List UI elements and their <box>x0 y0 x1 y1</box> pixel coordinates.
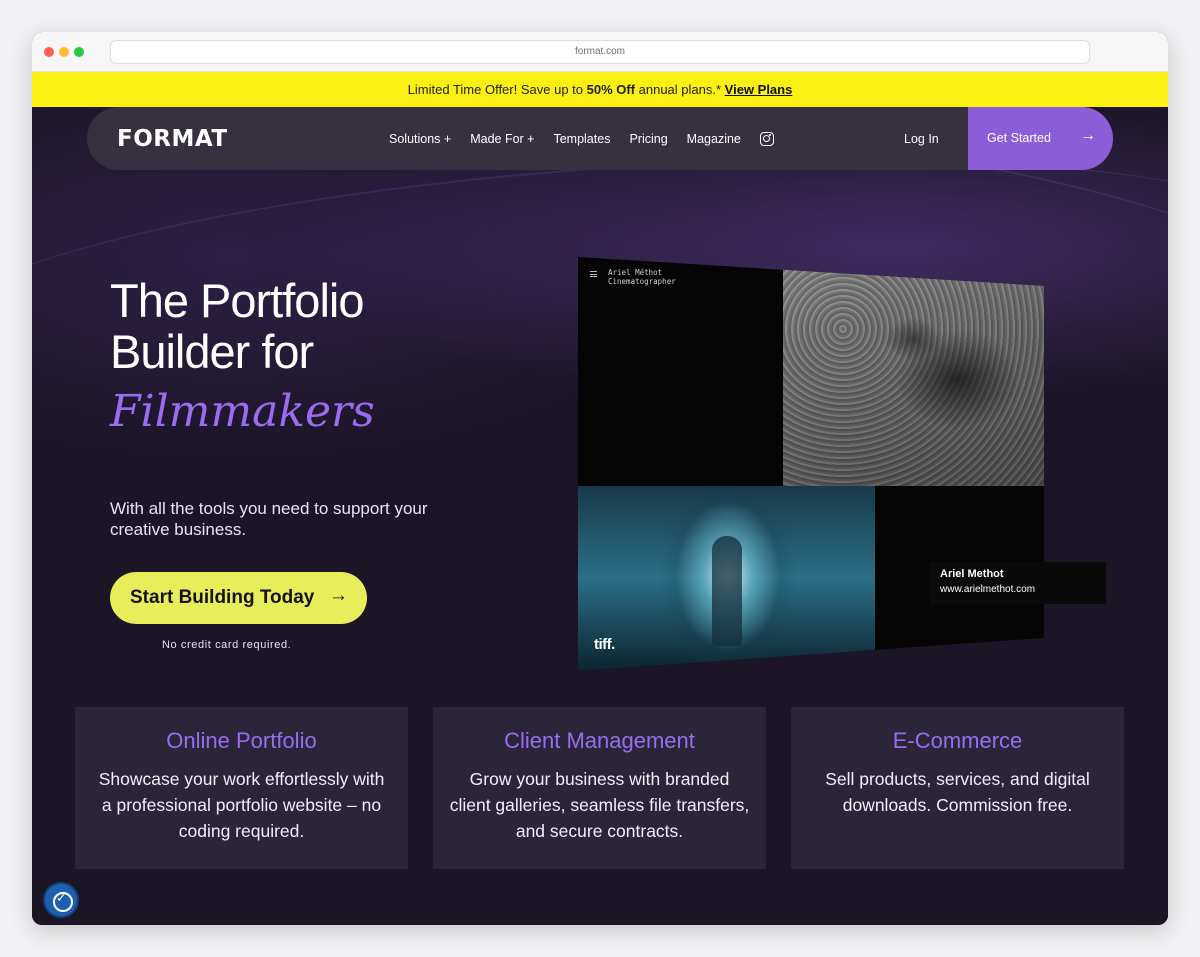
nav-made-for[interactable]: Made For + <box>470 132 534 146</box>
nav-menu: Solutions + Made For + Templates Pricing… <box>389 107 774 170</box>
browser-window: format.com Limited Time Offer! Save up t… <box>32 32 1168 925</box>
feature-title: Client Management <box>504 728 695 753</box>
nav-solutions[interactable]: Solutions + <box>389 132 451 146</box>
portfolio-mockup: Ariel Méthot Cinematographer tiff. <box>578 257 1044 671</box>
mockup-owner: Ariel Méthot Cinematographer <box>608 268 676 286</box>
hero-title: The Portfolio Builder for <box>110 274 364 378</box>
feature-body: Grow your business with branded client g… <box>449 769 750 841</box>
feature-body: Sell products, services, and digital dow… <box>825 769 1090 815</box>
start-building-button[interactable]: Start Building Today → <box>110 572 367 624</box>
promo-text: Limited Time Offer! Save up to <box>407 82 587 97</box>
hamburger-menu-icon <box>590 271 597 277</box>
instagram-icon[interactable] <box>759 131 774 146</box>
hero-title-line1: The Portfolio <box>110 274 364 327</box>
feature-card-client-management: Client Management Grow your business wit… <box>433 707 766 869</box>
features-row: Online Portfolio Showcase your work effo… <box>75 707 1125 869</box>
arrow-right-icon: → <box>329 585 348 606</box>
address-bar[interactable]: format.com <box>110 40 1090 64</box>
mockup-photo-girl-with-dog <box>783 269 1044 486</box>
maximize-window-button[interactable] <box>74 47 84 57</box>
hero-section: FORMAT Solutions + Made For + Templates … <box>32 107 1168 925</box>
promo-banner: Limited Time Offer! Save up to 50% Off a… <box>32 72 1168 107</box>
view-plans-link[interactable]: View Plans <box>725 82 793 97</box>
feature-card-e-commerce: E-Commerce Sell products, services, and … <box>791 707 1124 869</box>
promo-highlight: 50% Off <box>586 82 636 97</box>
feature-card-online-portfolio: Online Portfolio Showcase your work effo… <box>75 707 408 869</box>
feature-title: Online Portfolio <box>166 728 317 753</box>
feature-body: Showcase your work effortlessly with a p… <box>98 769 385 841</box>
mockup-card-name: Ariel Methot <box>940 568 1004 580</box>
mockup-owner-name: Ariel Méthot <box>608 268 663 277</box>
nav-templates[interactable]: Templates <box>553 132 610 146</box>
get-started-label: Get Started <box>987 131 1051 145</box>
feature-title: E-Commerce <box>892 728 1023 753</box>
hero-subtitle: With all the tools you need to support y… <box>110 499 428 539</box>
format-logo[interactable]: FORMAT <box>117 126 228 152</box>
mockup-contact-card: Ariel Methot www.arielmethot.com <box>930 562 1106 604</box>
login-link[interactable]: Log In <box>904 132 939 146</box>
silhouette-figure <box>712 536 742 646</box>
promo-suffix: annual plans.* <box>635 82 725 97</box>
close-window-button[interactable] <box>44 47 54 57</box>
hero-title-accent: Filmmakers <box>110 386 375 437</box>
accessibility-icon[interactable] <box>43 882 79 918</box>
tiff-logo: tiff. <box>594 636 615 653</box>
minimize-window-button[interactable] <box>59 47 69 57</box>
get-started-button[interactable]: Get Started → <box>968 107 1113 170</box>
mockup-owner-role: Cinematographer <box>608 277 676 286</box>
mockup-photo-silhouette: tiff. <box>578 486 875 671</box>
main-navbar: FORMAT Solutions + Made For + Templates … <box>87 107 1113 170</box>
hero-title-line2: Builder for <box>110 325 314 378</box>
start-building-label: Start Building Today <box>130 587 315 608</box>
arrow-right-icon: → <box>1080 127 1096 144</box>
no-credit-card-note: No credit card required. <box>162 639 292 651</box>
mockup-card-url: www.arielmethot.com <box>940 584 1036 595</box>
nav-magazine[interactable]: Magazine <box>687 132 741 146</box>
browser-chrome: format.com <box>32 32 1168 72</box>
nav-pricing[interactable]: Pricing <box>629 132 667 146</box>
